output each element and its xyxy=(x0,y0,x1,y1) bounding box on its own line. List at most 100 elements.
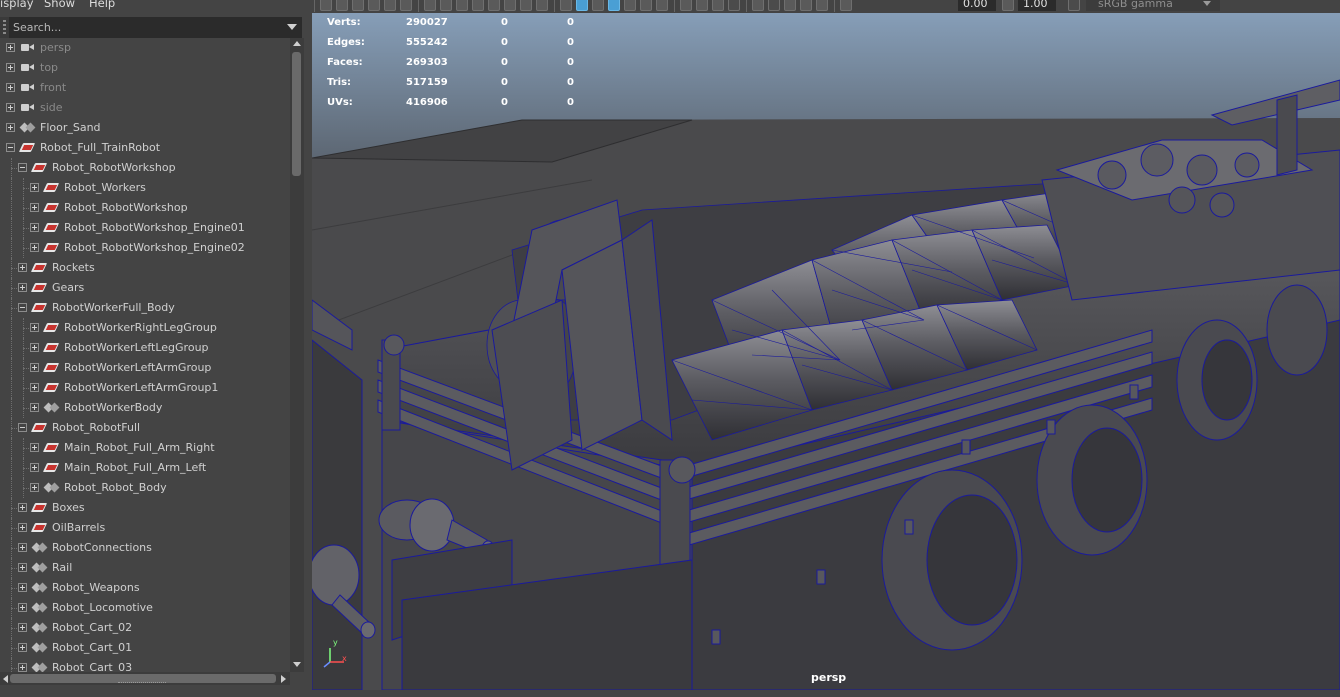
textured-icon[interactable] xyxy=(624,0,636,11)
scroll-up-icon[interactable] xyxy=(293,41,301,46)
isolate-select-icon[interactable] xyxy=(752,0,764,11)
xray-active-icon[interactable] xyxy=(816,0,828,11)
outliner-item[interactable]: Robot_Weapons xyxy=(0,578,290,598)
collapse-icon[interactable] xyxy=(18,423,27,432)
outliner-item[interactable]: Main_Robot_Full_Arm_Right xyxy=(0,438,290,458)
outliner-item[interactable]: Gears xyxy=(0,278,290,298)
image-plane-icon[interactable] xyxy=(368,0,380,11)
expand-icon[interactable] xyxy=(18,263,27,272)
outliner-item[interactable]: persp xyxy=(0,38,290,58)
grid-icon[interactable] xyxy=(424,0,436,11)
field-chart-icon[interactable] xyxy=(488,0,500,11)
expand-icon[interactable] xyxy=(18,503,27,512)
outliner-item[interactable]: top xyxy=(0,58,290,78)
collapse-icon[interactable] xyxy=(18,303,27,312)
camera-attributes-icon[interactable] xyxy=(336,0,348,11)
gate-mask-icon[interactable] xyxy=(472,0,484,11)
bookmark-icon[interactable] xyxy=(352,0,364,11)
outliner-item[interactable]: Robot_RobotWorkshop xyxy=(0,158,290,178)
outliner-item[interactable]: RobotWorkerLeftLegGroup xyxy=(0,338,290,358)
expand-icon[interactable] xyxy=(6,83,15,92)
anti-aliasing-icon[interactable] xyxy=(712,0,724,11)
menu-display[interactable]: isplay xyxy=(0,0,34,10)
outliner-item[interactable]: Robot_Locomotive xyxy=(0,598,290,618)
expand-icon[interactable] xyxy=(6,103,15,112)
resolution-gate-icon[interactable] xyxy=(456,0,468,11)
menu-show[interactable]: Show xyxy=(44,0,75,10)
outliner-item[interactable]: Floor_Sand xyxy=(0,118,290,138)
expand-icon[interactable] xyxy=(30,403,39,412)
film-gate-icon[interactable] xyxy=(440,0,452,11)
outliner-horizontal-scrollbar[interactable] xyxy=(0,672,290,685)
expand-icon[interactable] xyxy=(30,343,39,352)
screen-space-ao-icon[interactable] xyxy=(680,0,692,11)
expand-icon[interactable] xyxy=(18,663,27,672)
expand-icon[interactable] xyxy=(30,443,39,452)
outliner-item[interactable]: Robot_RobotFull xyxy=(0,418,290,438)
scroll-down-icon[interactable] xyxy=(293,662,301,667)
outliner-item[interactable]: OilBarrels xyxy=(0,518,290,538)
expand-icon[interactable] xyxy=(30,243,39,252)
expand-icon[interactable] xyxy=(6,43,15,52)
gamma-icon[interactable] xyxy=(1002,0,1014,11)
grease-pencil-icon[interactable] xyxy=(400,0,412,11)
expand-icon[interactable] xyxy=(18,543,27,552)
outliner-item[interactable]: Robot_Cart_02 xyxy=(0,618,290,638)
motion-blur-icon[interactable] xyxy=(696,0,708,11)
outliner-vertical-scrollbar[interactable] xyxy=(290,38,304,672)
gamma-field[interactable]: 1.00 xyxy=(1018,0,1056,11)
x-ray-joints-icon[interactable] xyxy=(784,0,796,11)
smooth-shade-icon[interactable] xyxy=(576,0,588,11)
expand-icon[interactable] xyxy=(6,63,15,72)
2d-pan-zoom-icon[interactable] xyxy=(384,0,396,11)
collapse-icon[interactable] xyxy=(18,163,27,172)
scroll-left-icon[interactable] xyxy=(3,675,8,683)
exposure-field[interactable]: 0.00 xyxy=(958,0,996,11)
expand-icon[interactable] xyxy=(18,523,27,532)
shadows-icon[interactable] xyxy=(656,0,668,11)
expand-icon[interactable] xyxy=(6,123,15,132)
outliner-item[interactable]: RobotWorkerLeftArmGroup xyxy=(0,358,290,378)
expand-icon[interactable] xyxy=(18,283,27,292)
expand-icon[interactable] xyxy=(30,203,39,212)
outliner-item[interactable]: RobotWorkerLeftArmGroup1 xyxy=(0,378,290,398)
outliner-item[interactable]: Robot_Robot_Body xyxy=(0,478,290,498)
expand-icon[interactable] xyxy=(30,223,39,232)
backface-culling-icon[interactable] xyxy=(800,0,812,11)
outliner-item[interactable]: Robot_Cart_01 xyxy=(0,638,290,658)
menu-help[interactable]: Help xyxy=(89,0,115,10)
outliner-item[interactable]: RobotWorkerFull_Body xyxy=(0,298,290,318)
x-ray-icon[interactable] xyxy=(768,0,780,11)
outliner-item[interactable]: RobotWorkerBody xyxy=(0,398,290,418)
expand-icon[interactable] xyxy=(30,363,39,372)
outliner-item[interactable]: Robot_RobotWorkshop_Engine01 xyxy=(0,218,290,238)
outliner-item[interactable]: side xyxy=(0,98,290,118)
search-input[interactable] xyxy=(13,19,283,36)
expand-icon[interactable] xyxy=(18,623,27,632)
lights-icon[interactable] xyxy=(640,0,652,11)
color-management-icon[interactable] xyxy=(1068,0,1080,11)
outliner-item[interactable]: Robot_RobotWorkshop xyxy=(0,198,290,218)
select-camera-icon[interactable] xyxy=(320,0,332,11)
color-space-select[interactable]: sRGB gamma xyxy=(1086,0,1220,11)
wireframe-icon[interactable] xyxy=(560,0,572,11)
expand-icon[interactable] xyxy=(30,463,39,472)
expand-icon[interactable] xyxy=(30,323,39,332)
expand-icon[interactable] xyxy=(18,583,27,592)
default-material-icon[interactable] xyxy=(592,0,604,11)
outliner-item[interactable]: Robot_Full_TrainRobot xyxy=(0,138,290,158)
text-icon[interactable] xyxy=(536,0,548,11)
expand-icon[interactable] xyxy=(30,183,39,192)
search-dropdown-icon[interactable] xyxy=(287,24,297,30)
depth-of-field-icon[interactable] xyxy=(728,0,740,11)
outliner-item[interactable]: Boxes xyxy=(0,498,290,518)
collapse-icon[interactable] xyxy=(6,143,15,152)
gamma-toggle-icon[interactable] xyxy=(840,0,852,11)
scroll-right-icon[interactable] xyxy=(281,675,286,683)
outliner-item[interactable]: Rail xyxy=(0,558,290,578)
outliner-item[interactable]: RobotWorkerRightLegGroup xyxy=(0,318,290,338)
grip-handle-icon[interactable] xyxy=(0,17,9,38)
outliner-item[interactable]: front xyxy=(0,78,290,98)
expand-icon[interactable] xyxy=(18,643,27,652)
safe-action-icon[interactable] xyxy=(504,0,516,11)
